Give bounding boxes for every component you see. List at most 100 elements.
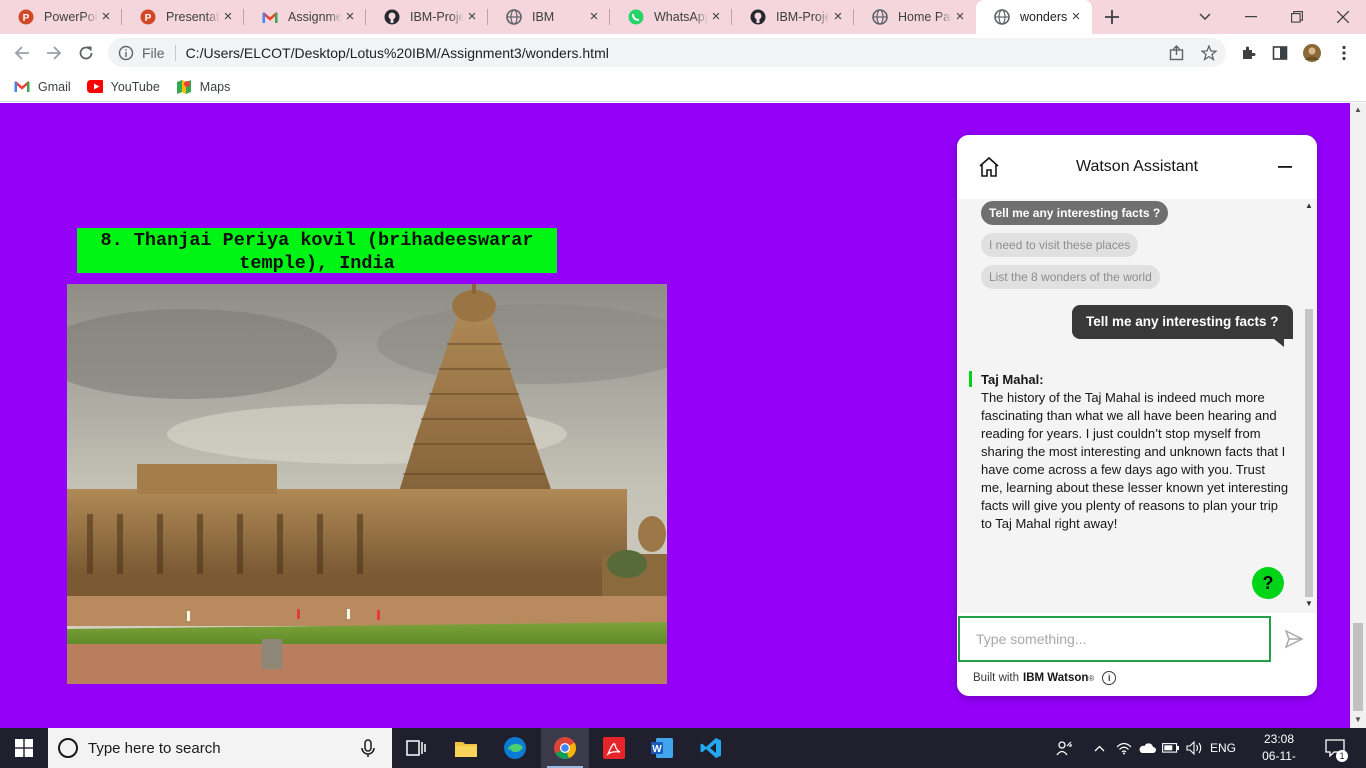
chat-scrollbar[interactable]: ▲ ▼ xyxy=(1302,199,1316,613)
volume-icon[interactable] xyxy=(1184,728,1206,768)
close-icon[interactable]: × xyxy=(464,9,480,25)
github-icon xyxy=(384,9,400,25)
chat-transcript[interactable]: Tell me any interesting facts ? I need t… xyxy=(957,199,1317,613)
language-indicator[interactable]: ENG xyxy=(1208,728,1238,768)
minimize-button[interactable] xyxy=(1228,0,1274,34)
close-icon[interactable]: × xyxy=(708,9,724,25)
info-icon[interactable]: i xyxy=(1102,671,1117,685)
home-icon[interactable] xyxy=(977,155,1001,179)
task-view-button[interactable] xyxy=(392,728,440,768)
acrobat-icon xyxy=(603,737,625,759)
svg-text:P: P xyxy=(145,13,152,24)
powerpoint-icon: P xyxy=(140,9,156,25)
tab-ibm-project-2[interactable]: IBM-Project × xyxy=(732,0,854,34)
word-button[interactable]: W xyxy=(638,728,686,768)
close-window-button[interactable] xyxy=(1320,0,1366,34)
page-scrollbar[interactable]: ▲ ▼ xyxy=(1350,103,1366,728)
battery-icon[interactable] xyxy=(1160,728,1182,768)
maps-icon xyxy=(176,79,192,95)
restore-button[interactable] xyxy=(1274,0,1320,34)
chrome-button[interactable] xyxy=(541,728,589,768)
close-icon[interactable]: × xyxy=(1068,9,1084,25)
file-explorer-button[interactable] xyxy=(442,728,490,768)
whatsapp-icon xyxy=(628,9,644,25)
bookmark-star-icon[interactable] xyxy=(1194,38,1224,67)
tab-ibm-project-1[interactable]: IBM-Project × xyxy=(366,0,488,34)
clock-date: 06-11-2022 xyxy=(1262,749,1296,768)
menu-kebab-icon[interactable] xyxy=(1329,38,1359,68)
tab-assignment[interactable]: Assignment × xyxy=(244,0,366,34)
back-button[interactable] xyxy=(7,38,37,68)
svg-text:W: W xyxy=(652,744,662,755)
footer-prefix: Built with xyxy=(973,672,1020,684)
tab-label: PowerPoint xyxy=(44,10,98,24)
microphone-icon xyxy=(361,739,375,757)
close-icon[interactable]: × xyxy=(952,9,968,25)
bookmark-youtube[interactable]: YouTube xyxy=(86,79,160,95)
system-clock[interactable]: 23:08 06-11-2022 xyxy=(1252,731,1306,768)
tab-search-button[interactable] xyxy=(1182,0,1228,34)
tab-label: Home Page xyxy=(898,10,952,24)
acrobat-button[interactable] xyxy=(590,728,638,768)
tab-label: IBM xyxy=(532,10,555,24)
tab-powerpoint[interactable]: P PowerPoint × xyxy=(0,0,122,34)
info-icon[interactable] xyxy=(118,45,134,61)
tab-wonders[interactable]: wonders × xyxy=(976,0,1092,34)
tab-label: Presentation xyxy=(166,10,220,24)
windows-icon xyxy=(15,739,33,757)
gmail-icon xyxy=(262,9,278,25)
close-icon[interactable]: × xyxy=(830,9,846,25)
people-icon[interactable] xyxy=(1052,728,1076,768)
tab-label: Assignment xyxy=(288,10,342,24)
send-icon[interactable] xyxy=(1282,627,1306,651)
url-text[interactable]: C:/Users/ELCOT/Desktop/Lotus%20IBM/Assig… xyxy=(186,45,609,61)
tab-home-page[interactable]: Home Page × xyxy=(854,0,976,34)
vscode-button[interactable] xyxy=(687,728,735,768)
tab-ibm[interactable]: IBM × xyxy=(488,0,610,34)
help-button[interactable]: ? xyxy=(1252,567,1284,599)
tab-label: WhatsApp xyxy=(654,10,708,24)
reload-button[interactable] xyxy=(71,38,101,68)
address-bar[interactable]: File C:/Users/ELCOT/Desktop/Lotus%20IBM/… xyxy=(108,38,1226,67)
close-icon[interactable]: × xyxy=(98,9,114,25)
profile-avatar[interactable] xyxy=(1297,38,1327,68)
page-scrollbar-thumb[interactable] xyxy=(1353,623,1363,711)
side-panel-icon[interactable] xyxy=(1265,38,1295,68)
bookmark-gmail[interactable]: Gmail xyxy=(14,79,71,95)
page-content: 8. Thanjai Periya kovil (brihadeeswarar … xyxy=(0,103,1350,728)
wifi-icon[interactable] xyxy=(1114,728,1134,768)
share-icon[interactable] xyxy=(1162,38,1192,67)
close-icon[interactable]: × xyxy=(220,9,236,25)
tab-strip: P PowerPoint × P Presentation × Assignme… xyxy=(0,0,1366,34)
suggestion-chip[interactable]: I need to visit these places xyxy=(981,233,1139,257)
edge-button[interactable] xyxy=(491,728,539,768)
svg-text:P: P xyxy=(23,13,30,24)
bot-message-text: The history of the Taj Mahal is indeed m… xyxy=(981,390,1289,531)
taskbar-search[interactable]: Type here to search xyxy=(48,728,392,768)
cloud-icon[interactable] xyxy=(1137,728,1157,768)
close-icon[interactable]: × xyxy=(586,9,602,25)
gmail-icon xyxy=(14,79,30,95)
watson-title: Watson Assistant xyxy=(1075,158,1199,175)
task-view-icon xyxy=(406,740,426,756)
tab-whatsapp[interactable]: WhatsApp × xyxy=(610,0,732,34)
globe-icon xyxy=(872,9,888,25)
bookmark-label: Maps xyxy=(199,79,231,94)
new-tab-button[interactable] xyxy=(1092,0,1132,34)
start-button[interactable] xyxy=(0,728,48,768)
close-icon[interactable]: × xyxy=(342,9,358,25)
chat-input[interactable]: Type something... xyxy=(958,616,1271,662)
globe-icon xyxy=(506,9,522,25)
minimize-chat-button[interactable] xyxy=(1275,157,1295,177)
tab-presentation[interactable]: P Presentation × xyxy=(122,0,244,34)
bookmark-label: YouTube xyxy=(110,79,160,94)
notifications-button[interactable]: 1 xyxy=(1320,728,1350,768)
forward-button[interactable] xyxy=(39,38,69,68)
youtube-icon xyxy=(86,79,103,95)
tab-label: IBM-Project xyxy=(776,10,830,24)
suggestion-chip[interactable]: List the 8 wonders of the world xyxy=(981,265,1160,289)
chrome-icon xyxy=(554,737,577,760)
chevron-up-icon[interactable] xyxy=(1090,728,1108,768)
extensions-icon[interactable] xyxy=(1233,38,1263,68)
bookmark-maps[interactable]: Maps xyxy=(176,79,231,95)
